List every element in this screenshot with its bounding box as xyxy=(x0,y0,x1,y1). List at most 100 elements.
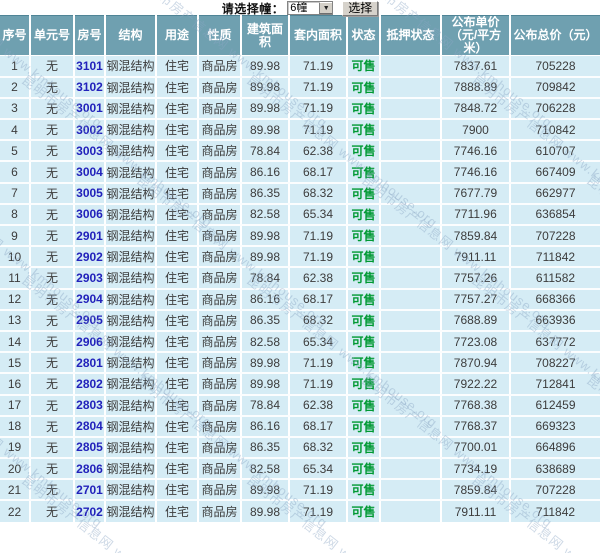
cell-structure: 钢混结构 xyxy=(105,352,157,375)
cell-mortgage xyxy=(380,225,442,248)
cell-structure: 钢混结构 xyxy=(105,76,157,99)
cell-serial: 1 xyxy=(0,55,31,78)
cell-floor-area: 89.98 xyxy=(241,246,290,269)
cell-room[interactable]: 2801 xyxy=(74,352,106,375)
cell-serial: 15 xyxy=(0,352,31,375)
cell-nature: 商品房 xyxy=(198,458,242,481)
cell-mortgage xyxy=(380,119,442,142)
cell-total-price: 712841 xyxy=(510,373,600,396)
cell-unit: 无 xyxy=(30,288,75,311)
cell-inner-area: 71.19 xyxy=(289,479,348,502)
cell-mortgage xyxy=(380,436,442,460)
cell-room[interactable]: 2804 xyxy=(74,415,106,438)
cell-unit-price: 7711.96 xyxy=(441,203,511,227)
cell-floor-area: 89.98 xyxy=(241,119,290,142)
cell-room[interactable]: 3006 xyxy=(74,203,106,227)
cell-total-price: 711842 xyxy=(510,500,600,522)
cell-structure: 钢混结构 xyxy=(105,161,157,184)
cell-mortgage xyxy=(380,288,442,311)
cell-room[interactable]: 3002 xyxy=(74,119,106,142)
cell-mortgage xyxy=(380,97,442,121)
cell-serial: 9 xyxy=(0,225,31,248)
cell-total-price: 706228 xyxy=(510,97,600,121)
cell-unit-price: 7837.61 xyxy=(441,55,511,78)
cell-inner-area: 71.19 xyxy=(289,55,348,78)
select-button[interactable]: 选择 xyxy=(342,0,379,16)
cell-room[interactable]: 2904 xyxy=(74,288,106,311)
cell-use: 住宅 xyxy=(156,394,199,417)
cell-unit: 无 xyxy=(30,140,75,163)
cell-unit: 无 xyxy=(30,161,75,184)
cell-use: 住宅 xyxy=(156,415,199,438)
cell-room[interactable]: 3003 xyxy=(74,140,106,163)
cell-room[interactable]: 2805 xyxy=(74,436,106,460)
col-header-total-price: 公布总价（元） xyxy=(510,15,600,56)
cell-structure: 钢混结构 xyxy=(105,246,157,269)
cell-unit-price: 7723.08 xyxy=(441,330,511,354)
table-row: 12 无 2904 钢混结构 住宅 商品房 86.16 68.17 可售 7757.27 66836… xyxy=(0,288,600,311)
cell-room[interactable]: 2906 xyxy=(74,330,106,354)
cell-use: 住宅 xyxy=(156,225,199,248)
table-row: 15 无 2801 钢混结构 住宅 商品房 89.98 71.19 可售 7870.94 70822… xyxy=(0,352,600,375)
cell-mortgage xyxy=(380,330,442,354)
cell-serial: 14 xyxy=(0,330,31,354)
cell-use: 住宅 xyxy=(156,436,199,460)
cell-unit-price: 7911.11 xyxy=(441,500,511,522)
chevron-down-icon[interactable]: ▼ xyxy=(319,2,333,14)
cell-serial: 7 xyxy=(0,182,31,205)
cell-serial: 22 xyxy=(0,500,31,522)
cell-use: 住宅 xyxy=(156,309,199,332)
cell-total-price: 663936 xyxy=(510,309,600,332)
col-header-unit-price: 公布单价（元/平方米） xyxy=(441,15,511,56)
cell-floor-area: 82.58 xyxy=(241,203,290,227)
cell-use: 住宅 xyxy=(156,203,199,227)
cell-room[interactable]: 2806 xyxy=(74,458,106,481)
floor-select-value: 6幢 xyxy=(290,2,308,14)
cell-mortgage xyxy=(380,55,442,78)
cell-structure: 钢混结构 xyxy=(105,373,157,396)
cell-room[interactable]: 2803 xyxy=(74,394,106,417)
table-row: 3 无 3001 钢混结构 住宅 商品房 89.98 71.19 可售 7848.72 706228 xyxy=(0,97,600,121)
table-row: 14 无 2906 钢混结构 住宅 商品房 82.58 65.34 可售 7723.08 63777… xyxy=(0,330,600,354)
table-row: 22 无 2702 钢混结构 住宅 商品房 89.98 71.19 可售 7911.11 71184… xyxy=(0,500,600,522)
cell-room[interactable]: 3001 xyxy=(74,97,106,121)
cell-room[interactable]: 2702 xyxy=(74,500,106,522)
cell-room[interactable]: 3004 xyxy=(74,161,106,184)
cell-unit-price: 7859.84 xyxy=(441,479,511,502)
cell-serial: 17 xyxy=(0,394,31,417)
cell-room[interactable]: 3101 xyxy=(74,55,106,78)
cell-room[interactable]: 3102 xyxy=(74,76,106,99)
cell-room[interactable]: 2905 xyxy=(74,309,106,332)
cell-unit: 无 xyxy=(30,267,75,290)
col-header-mortgage: 抵押状态 xyxy=(380,15,442,56)
table-body: 1 无 3101 钢混结构 住宅 商品房 89.98 71.19 可售 7837.61 705228… xyxy=(0,55,600,522)
floor-select[interactable]: 6幢 ▼ xyxy=(287,1,334,15)
col-header-unit: 单元号 xyxy=(30,15,75,56)
cell-serial: 20 xyxy=(0,458,31,481)
cell-total-price: 709842 xyxy=(510,76,600,99)
table-row: 6 无 3004 钢混结构 住宅 商品房 86.16 68.17 可售 7746.16 667409 xyxy=(0,161,600,184)
cell-nature: 商品房 xyxy=(198,288,242,311)
cell-unit-price: 7757.26 xyxy=(441,267,511,290)
cell-floor-area: 82.58 xyxy=(241,330,290,354)
cell-floor-area: 86.35 xyxy=(241,309,290,332)
table-row: 11 无 2903 钢混结构 住宅 商品房 78.84 62.38 可售 7757.26 61158… xyxy=(0,267,600,290)
cell-room[interactable]: 2903 xyxy=(74,267,106,290)
cell-floor-area: 78.84 xyxy=(241,140,290,163)
cell-use: 住宅 xyxy=(156,182,199,205)
cell-room[interactable]: 2902 xyxy=(74,246,106,269)
table-row: 1 无 3101 钢混结构 住宅 商品房 89.98 71.19 可售 7837.61 705228 xyxy=(0,55,600,78)
cell-status: 可售 xyxy=(347,500,381,522)
cell-mortgage xyxy=(380,415,442,438)
cell-serial: 19 xyxy=(0,436,31,460)
cell-status: 可售 xyxy=(347,140,381,163)
cell-room[interactable]: 2701 xyxy=(74,479,106,502)
cell-status: 可售 xyxy=(347,203,381,227)
cell-total-price: 612459 xyxy=(510,394,600,417)
cell-floor-area: 89.98 xyxy=(241,55,290,78)
table-row: 8 无 3006 钢混结构 住宅 商品房 82.58 65.34 可售 7711.96 636854 xyxy=(0,203,600,227)
cell-room[interactable]: 3005 xyxy=(74,182,106,205)
cell-inner-area: 71.19 xyxy=(289,373,348,396)
cell-room[interactable]: 2802 xyxy=(74,373,106,396)
cell-room[interactable]: 2901 xyxy=(74,225,106,248)
